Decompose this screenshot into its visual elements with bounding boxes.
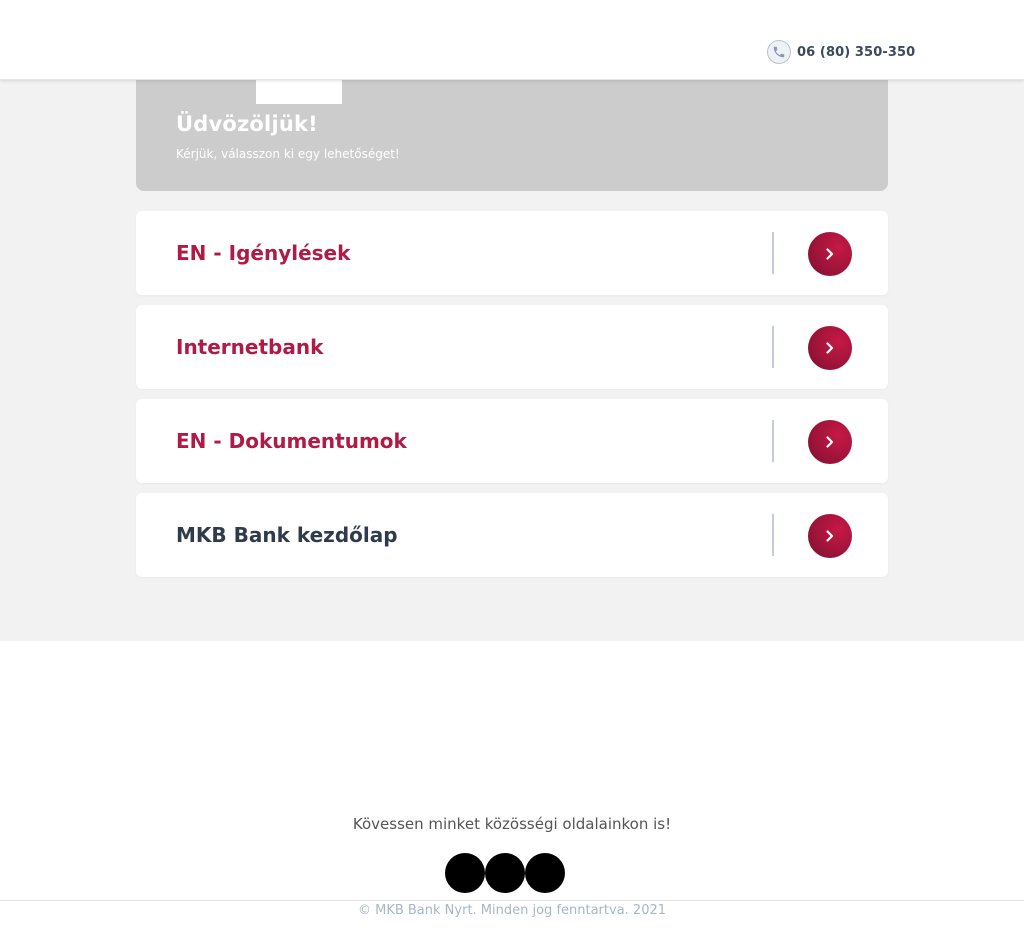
menu-item-internetbank[interactable]: Internetbank xyxy=(136,305,888,389)
menu-item-label[interactable]: EN - Dokumentumok xyxy=(176,399,407,483)
welcome-title: Üdvözöljük! xyxy=(176,112,318,136)
social-icon-2[interactable] xyxy=(485,853,525,893)
menu-item-mkb-kezdolap[interactable]: MKB Bank kezdőlap xyxy=(136,493,888,577)
menu-item-en-dokumentumok[interactable]: EN - Dokumentumok xyxy=(136,399,888,483)
social-icon-1[interactable] xyxy=(445,853,485,893)
menu-item-en-igenylesek[interactable]: EN - Igénylések xyxy=(136,211,888,295)
menu-item-label[interactable]: MKB Bank kezdőlap xyxy=(176,493,398,577)
menu-item-label[interactable]: EN - Igénylések xyxy=(176,211,350,295)
top-header: 06 (80) 350-350 xyxy=(0,0,1024,80)
banner-logo-tab xyxy=(256,80,342,104)
menu-divider xyxy=(772,514,774,556)
chevron-right-icon[interactable] xyxy=(808,420,852,464)
chevron-right-icon[interactable] xyxy=(808,232,852,276)
welcome-banner: Üdvözöljük! Kérjük, válasszon ki egy leh… xyxy=(136,80,888,191)
phone-contact[interactable]: 06 (80) 350-350 xyxy=(767,39,915,65)
menu-divider xyxy=(772,232,774,274)
menu-divider xyxy=(772,326,774,368)
phone-number[interactable]: 06 (80) 350-350 xyxy=(797,45,915,60)
menu-item-label[interactable]: Internetbank xyxy=(176,305,323,389)
chevron-right-icon[interactable] xyxy=(808,514,852,558)
copyright-text: © MKB Bank Nyrt. Minden jog fenntartva. … xyxy=(357,903,667,918)
social-icon-3[interactable] xyxy=(525,853,565,893)
social-links xyxy=(445,853,565,893)
chevron-right-icon[interactable] xyxy=(808,326,852,370)
phone-icon xyxy=(767,40,791,64)
footer-divider xyxy=(0,900,1024,901)
menu-divider xyxy=(772,420,774,462)
follow-us-text: Kövessen minket közösségi oldalainkon is… xyxy=(352,815,672,833)
welcome-subtitle: Kérjük, válasszon ki egy lehetőséget! xyxy=(176,147,400,161)
